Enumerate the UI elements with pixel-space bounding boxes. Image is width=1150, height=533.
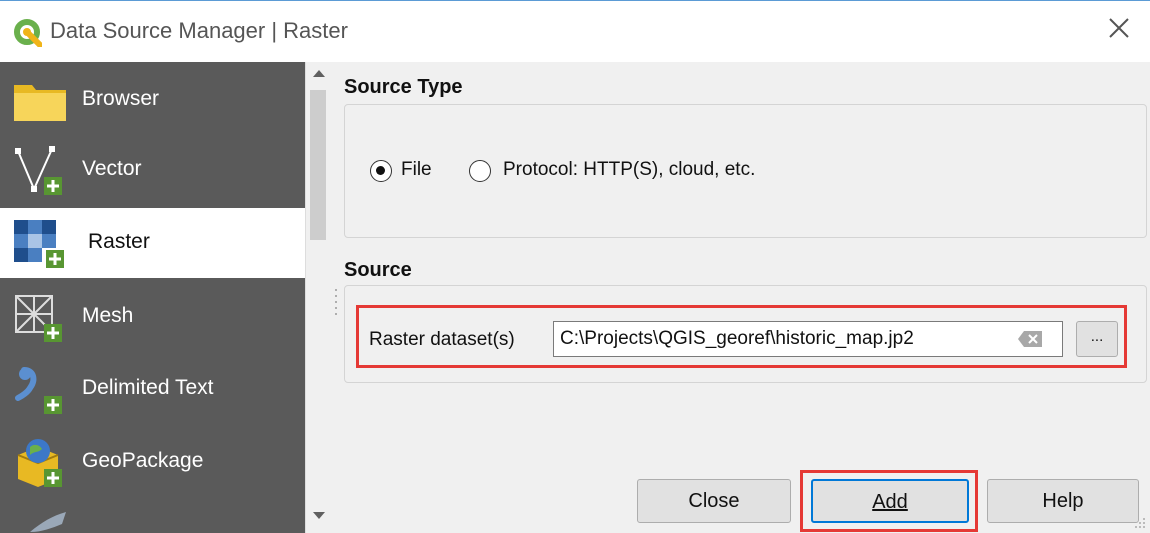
sidebar-item-label: Mesh xyxy=(82,304,134,327)
window-title: Data Source Manager | Raster xyxy=(50,18,348,43)
protocol-radio-label[interactable]: Protocol: HTTP(S), cloud, etc. xyxy=(503,159,755,181)
help-button[interactable]: Help xyxy=(987,479,1139,523)
file-radio[interactable] xyxy=(370,160,392,182)
close-window-icon[interactable] xyxy=(1104,13,1134,43)
sidebar-item-label: Vector xyxy=(82,157,142,180)
source-type-group: File Protocol: HTTP(S), cloud, etc. xyxy=(344,104,1147,238)
dataset-highlight-box xyxy=(356,305,1127,368)
sidebar-item-geopackage[interactable]: GeoPackage xyxy=(0,427,305,497)
sidebar-item-label: Delimited Text xyxy=(82,376,214,399)
scroll-down-icon[interactable] xyxy=(313,512,325,519)
file-radio-label[interactable]: File xyxy=(401,159,432,181)
geopackage-add-icon xyxy=(17,439,62,487)
vector-add-icon xyxy=(15,146,62,195)
sidebar-item-label: Browser xyxy=(82,87,160,110)
delimited-text-add-icon xyxy=(15,367,62,414)
splitter-grip-icon xyxy=(335,289,337,315)
source-title: Source xyxy=(344,259,412,281)
mesh-add-icon xyxy=(15,295,62,342)
scrollbar-thumb[interactable] xyxy=(310,90,326,240)
protocol-radio[interactable] xyxy=(469,160,491,182)
scroll-up-icon[interactable] xyxy=(313,70,325,77)
sidebar-item-label: Raster xyxy=(88,230,150,253)
sidebar: Browser Vector Raster Mesh Delimited Tex… xyxy=(0,62,305,533)
sidebar-item-mesh[interactable]: Mesh xyxy=(0,282,305,352)
qgis-logo-icon xyxy=(14,19,42,47)
main-panel: Source Type File Protocol: HTTP(S), clou… xyxy=(341,62,1150,533)
title-bar: Data Source Manager | Raster xyxy=(0,0,1150,62)
partial-list-icon xyxy=(30,512,66,532)
sidebar-item-label: GeoPackage xyxy=(82,449,204,472)
raster-add-icon xyxy=(14,220,64,268)
folder-icon xyxy=(14,85,66,121)
add-highlight-box xyxy=(800,470,978,532)
resize-grip-icon[interactable] xyxy=(1132,515,1146,529)
sidebar-item-vector[interactable]: Vector xyxy=(0,135,305,205)
sidebar-scrollbar[interactable] xyxy=(305,62,331,533)
source-type-title: Source Type xyxy=(344,76,463,98)
sidebar-item-raster[interactable]: Raster xyxy=(0,208,305,278)
close-button[interactable]: Close xyxy=(637,479,791,523)
sidebar-item-browser[interactable]: Browser xyxy=(0,65,305,135)
sidebar-item-delimited-text[interactable]: Delimited Text xyxy=(0,354,305,424)
splitter-handle[interactable] xyxy=(331,62,341,533)
